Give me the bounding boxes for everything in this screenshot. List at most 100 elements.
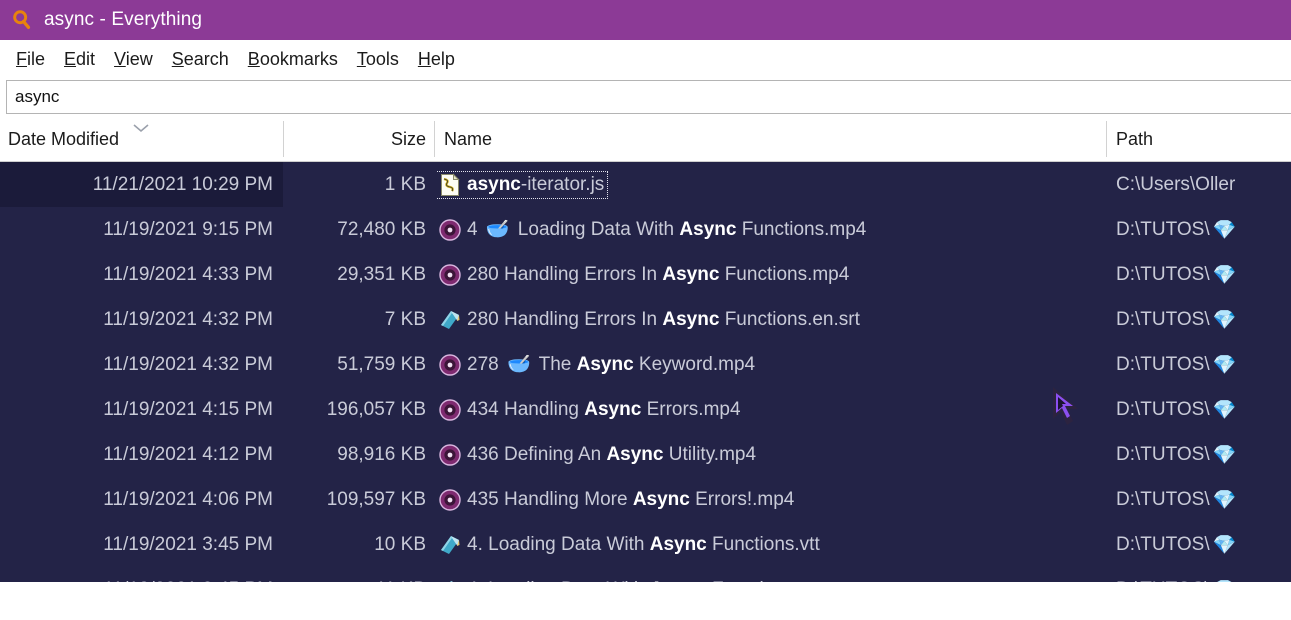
gem-stone-emoji: 💎 bbox=[1212, 444, 1237, 466]
file-name-text: 436 Defining An Async Utility.mp4 bbox=[467, 444, 757, 465]
file-path-text: C:\Users\Oller bbox=[1116, 174, 1236, 195]
search-match-highlight: Async bbox=[606, 444, 664, 465]
cell-name: 4. Loading Data With Async Functions.srt bbox=[436, 567, 1106, 582]
results-list[interactable]: 11/21/2021 10:29 PM 1 KB async-iterator.js… bbox=[0, 162, 1291, 582]
cell-name: 436 Defining An Async Utility.mp4 bbox=[436, 432, 1106, 477]
menu-item-search[interactable]: Search bbox=[164, 47, 237, 72]
cell-size: 109,597 KB bbox=[326, 488, 426, 510]
subtitle-file-icon bbox=[438, 308, 462, 332]
file-name-block: async-iterator.js bbox=[436, 170, 609, 199]
menu-item-file[interactable]: File bbox=[8, 47, 53, 72]
cell-path: C:\Users\Oller bbox=[1108, 162, 1291, 207]
table-row[interactable]: 11/21/2021 10:29 PM 1 KB async-iterator.js… bbox=[0, 162, 1291, 207]
cell-date-modified: 11/19/2021 4:33 PM bbox=[103, 263, 273, 285]
table-row[interactable]: 11/19/2021 4:15 PM 196,057 KB 434 Handling… bbox=[0, 387, 1291, 432]
cell-path: D:\TUTOS\ 💎 bbox=[1108, 297, 1291, 342]
table-row[interactable]: 11/19/2021 4:32 PM 7 KB 280 Handling Error… bbox=[0, 297, 1291, 342]
search-match-highlight: async bbox=[467, 174, 521, 195]
file-name-block: 280 Handling Errors In Async Functions.e… bbox=[436, 307, 863, 333]
search-match-highlight: Async bbox=[576, 354, 634, 375]
cell-size: 1 KB bbox=[384, 173, 426, 195]
search-match-highlight: Async bbox=[662, 264, 720, 285]
column-header-name[interactable]: Name bbox=[436, 117, 1104, 161]
gem-stone-emoji: 💎 bbox=[1212, 219, 1237, 241]
search-match-highlight: Async bbox=[662, 309, 720, 330]
cell-date-modified: 11/19/2021 4:32 PM bbox=[103, 353, 273, 375]
cell-path: D:\TUTOS\ 💎 bbox=[1108, 342, 1291, 387]
gem-stone-emoji: 💎 bbox=[1212, 264, 1237, 286]
file-path-text: D:\TUTOS\ bbox=[1116, 309, 1210, 330]
menu-item-tools[interactable]: Tools bbox=[349, 47, 407, 72]
column-divider-size-name[interactable] bbox=[434, 121, 435, 157]
column-header-row: Date Modified Size Name Path bbox=[0, 117, 1291, 162]
cell-size: 7 KB bbox=[384, 308, 426, 330]
cell-date-modified: 11/19/2021 3:45 PM bbox=[103, 533, 273, 555]
video-mp4-icon bbox=[438, 263, 462, 287]
menu-item-tools-rest: ools bbox=[365, 49, 399, 69]
cell-path: D:\TUTOS\ 💎 bbox=[1108, 207, 1291, 252]
magnifier-icon bbox=[13, 10, 31, 29]
gem-stone-emoji: 💎 bbox=[1212, 489, 1237, 511]
file-name-text: 4. Loading Data With Async Functions.vtt bbox=[467, 534, 820, 555]
search-match-highlight: Async bbox=[632, 489, 690, 510]
column-header-path[interactable]: Path bbox=[1108, 117, 1291, 161]
gem-stone-emoji: 💎 bbox=[1213, 578, 1237, 583]
cell-date-modified: 11/19/2021 4:12 PM bbox=[103, 443, 273, 465]
file-path-text: D:\TUTOS\ bbox=[1116, 219, 1210, 240]
cell-size: 72,480 KB bbox=[337, 218, 426, 240]
cell-size: 10 KB bbox=[374, 533, 426, 555]
table-row[interactable]: 11/19/2021 4:06 PM 109,597 KB 435 Handling… bbox=[0, 477, 1291, 522]
cell-date-modified: 11/19/2021 4:32 PM bbox=[103, 308, 273, 330]
cell-date-modified: 11/21/2021 10:29 PM bbox=[0, 162, 283, 207]
file-path-text: D:\TUTOS\ bbox=[1116, 354, 1210, 375]
search-input[interactable]: async bbox=[6, 80, 1291, 114]
menu-item-bookmarks[interactable]: Bookmarks bbox=[240, 47, 346, 72]
table-row[interactable]: 11/19/2021 9:15 PM 72,480 KB 4 🥣 Loading D… bbox=[0, 207, 1291, 252]
file-path-text: D:\TUTOS\ bbox=[1116, 444, 1210, 465]
video-mp4-icon bbox=[438, 218, 462, 242]
menu-item-view-rest: iew bbox=[125, 49, 153, 69]
column-header-size[interactable]: Size bbox=[284, 117, 434, 161]
table-row[interactable]: 11/19/2021 4:32 PM 51,759 KB 278 🥣 The Asy… bbox=[0, 342, 1291, 387]
file-name-block: 436 Defining An Async Utility.mp4 bbox=[436, 442, 759, 468]
cell-date-modified: 11/19/2021 4:06 PM bbox=[103, 488, 273, 510]
video-mp4-icon bbox=[438, 488, 462, 512]
search-match-highlight: Async bbox=[679, 219, 737, 240]
menu-item-edit[interactable]: Edit bbox=[56, 47, 103, 72]
table-row[interactable]: 11/19/2021 3:45 PM 10 KB 4. Loading Data W… bbox=[0, 522, 1291, 567]
cell-size: 51,759 KB bbox=[337, 353, 426, 375]
window-title: async - Everything bbox=[44, 9, 203, 30]
cell-date-modified: 11/19/2021 4:15 PM bbox=[103, 398, 273, 420]
file-name-block: 278 🥣 The Async Keyword.mp4 bbox=[436, 352, 758, 378]
file-path-text: D:\TUTOS\ bbox=[1116, 264, 1210, 285]
table-row[interactable]: 11/19/2021 4:33 PM 29,351 KB 280 Handling … bbox=[0, 252, 1291, 297]
cell-path: D:\TUTOS\ 💎 bbox=[1108, 432, 1291, 477]
file-name-text: 278 🥣 The Async Keyword.mp4 bbox=[467, 354, 756, 375]
file-name-text: 434 Handling Async Errors.mp4 bbox=[467, 399, 741, 420]
menu-item-help-rest: elp bbox=[430, 49, 455, 69]
menu-item-search-rest: earch bbox=[183, 49, 229, 69]
gem-stone-emoji: 💎 bbox=[1212, 399, 1237, 421]
column-header-date-modified[interactable]: Date Modified bbox=[0, 117, 283, 161]
file-name-block: 280 Handling Errors In Async Functions.m… bbox=[436, 262, 852, 288]
menu-item-help[interactable]: Help bbox=[410, 47, 463, 72]
file-name-block: 434 Handling Async Errors.mp4 bbox=[436, 397, 744, 423]
column-divider-name-path[interactable] bbox=[1106, 121, 1107, 157]
table-row[interactable]: 11/19/2021 3:45 PM11 KB 4. Loading Data W… bbox=[0, 567, 1291, 582]
cell-name: 4 🥣 Loading Data With Async Functions.mp… bbox=[436, 207, 1106, 252]
menu-item-view[interactable]: View bbox=[106, 47, 161, 72]
title-bar: async - Everything bbox=[0, 0, 1291, 40]
cell-size: 29,351 KB bbox=[337, 263, 426, 285]
menu-bar: File Edit View Search Bookmarks Tools He… bbox=[0, 40, 1291, 79]
cell-name: 4. Loading Data With Async Functions.vtt bbox=[436, 522, 1106, 567]
cell-name: 435 Handling More Async Errors!.mp4 bbox=[436, 477, 1106, 522]
file-path-text: D:\TUTOS\ bbox=[1116, 534, 1210, 555]
file-name-block: 435 Handling More Async Errors!.mp4 bbox=[436, 487, 797, 513]
table-row[interactable]: 11/19/2021 4:12 PM 98,916 KB 436 Defining … bbox=[0, 432, 1291, 477]
menu-item-edit-rest: dit bbox=[76, 49, 96, 69]
file-path-text: D:\TUTOS\ bbox=[1116, 399, 1210, 420]
video-mp4-icon bbox=[438, 443, 462, 467]
cell-path: D:\TUTOS\ 💎 bbox=[1108, 522, 1291, 567]
file-name-text: async-iterator.js bbox=[467, 174, 605, 195]
cell-name: 434 Handling Async Errors.mp4 bbox=[436, 387, 1106, 432]
